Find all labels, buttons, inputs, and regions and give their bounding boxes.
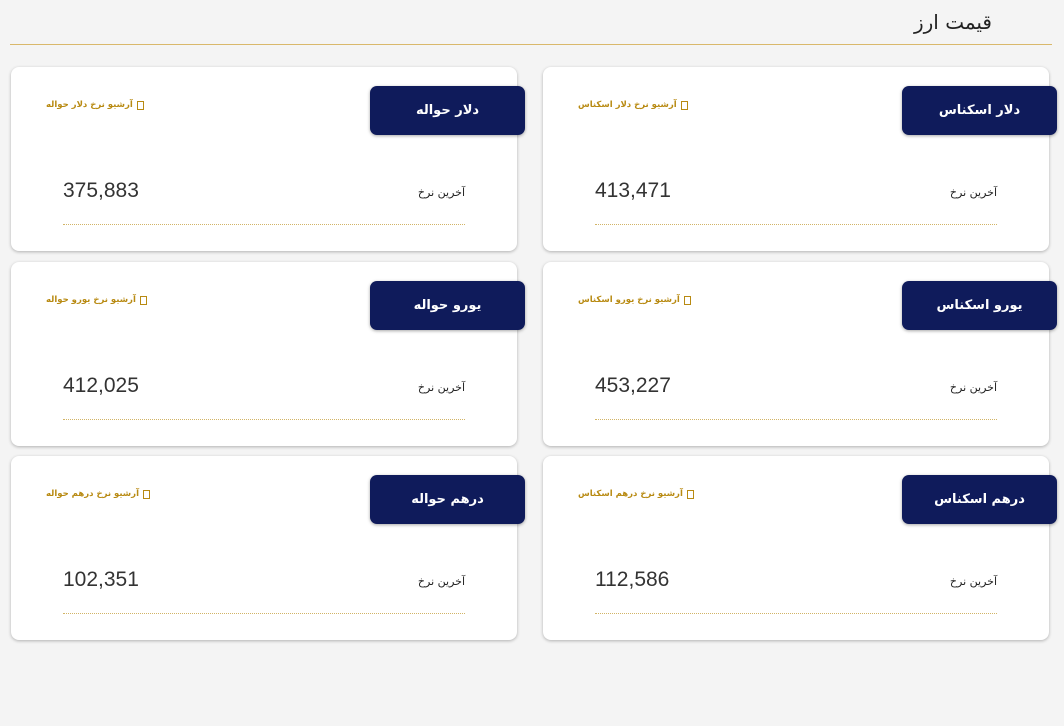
archive-link-label: آرشیو نرخ دلار حواله [46, 100, 133, 110]
currency-name-button[interactable]: یورو اسکناس [902, 281, 1057, 330]
archive-link[interactable]: آرشیو نرخ یورو اسکناس [578, 295, 691, 305]
rate-value: 453,227 [595, 374, 671, 397]
archive-link-label: آرشیو نرخ یورو اسکناس [578, 295, 680, 305]
archive-link[interactable]: آرشیو نرخ دلار اسکناس [578, 100, 688, 110]
archive-link[interactable]: آرشیو نرخ درهم اسکناس [578, 489, 694, 499]
last-rate-label: آخرین نرخ [417, 381, 465, 394]
last-rate-label: آخرین نرخ [949, 575, 997, 588]
currency-card-usd-transfer: دلار حواله آرشیو نرخ دلار حواله آخرین نر… [11, 67, 525, 251]
rate-value: 375,883 [63, 179, 139, 202]
currency-card-usd-cash: دلار اسکناس آرشیو نرخ دلار اسکناس آخرین … [543, 67, 1057, 251]
archive-box-icon [139, 295, 147, 305]
archive-box-icon [683, 295, 691, 305]
rate-value: 412,025 [63, 374, 139, 397]
archive-link-label: آرشیو نرخ درهم حواله [46, 489, 139, 499]
rate-divider [63, 613, 465, 614]
currency-card-eur-cash: یورو اسکناس آرشیو نرخ یورو اسکناس آخرین … [543, 262, 1057, 446]
archive-box-icon [142, 489, 150, 499]
rate-value: 112,586 [595, 568, 670, 591]
archive-link[interactable]: آرشیو نرخ درهم حواله [46, 489, 150, 499]
currency-card-aed-transfer: درهم حواله آرشیو نرخ درهم حواله آخرین نر… [11, 456, 525, 640]
archive-link-label: آرشیو نرخ دلار اسکناس [578, 100, 677, 110]
rate-divider [595, 224, 997, 225]
archive-box-icon [136, 100, 144, 110]
rate-divider [63, 224, 465, 225]
currency-card-eur-transfer: یورو حواله آرشیو نرخ یورو حواله آخرین نر… [11, 262, 525, 446]
page-title: قیمت ارز [913, 10, 992, 34]
archive-box-icon [680, 100, 688, 110]
archive-link-label: آرشیو نرخ درهم اسکناس [578, 489, 683, 499]
rate-value: 413,471 [595, 179, 671, 202]
currency-name-button[interactable]: درهم حواله [370, 475, 525, 524]
currency-name-button[interactable]: یورو حواله [370, 281, 525, 330]
archive-link[interactable]: آرشیو نرخ دلار حواله [46, 100, 144, 110]
currency-name-button[interactable]: درهم اسکناس [902, 475, 1057, 524]
currency-name-button[interactable]: دلار حواله [370, 86, 525, 135]
archive-link[interactable]: آرشیو نرخ یورو حواله [46, 295, 147, 305]
last-rate-label: آخرین نرخ [417, 575, 465, 588]
last-rate-label: آخرین نرخ [949, 186, 997, 199]
page-header: قیمت ارز [10, 0, 1052, 45]
rate-divider [63, 419, 465, 420]
archive-box-icon [686, 489, 694, 499]
rate-divider [595, 613, 997, 614]
currency-card-aed-cash: درهم اسکناس آرشیو نرخ درهم اسکناس آخرین … [543, 456, 1057, 640]
currency-name-button[interactable]: دلار اسکناس [902, 86, 1057, 135]
rate-value: 102,351 [63, 568, 139, 591]
archive-link-label: آرشیو نرخ یورو حواله [46, 295, 136, 305]
last-rate-label: آخرین نرخ [949, 381, 997, 394]
rate-divider [595, 419, 997, 420]
last-rate-label: آخرین نرخ [417, 186, 465, 199]
